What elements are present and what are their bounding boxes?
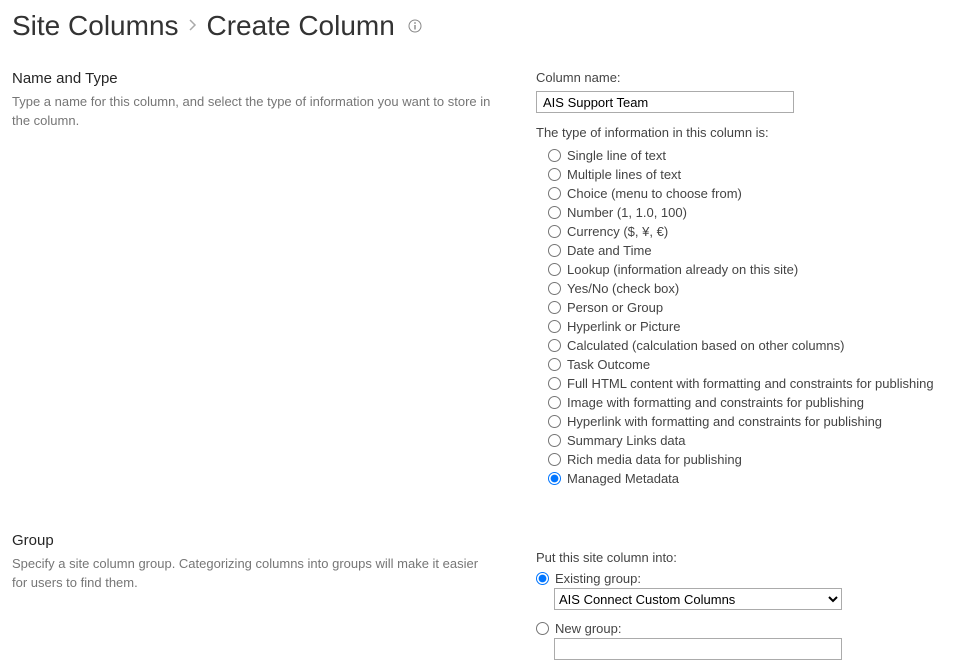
breadcrumb-parent-link[interactable]: Site Columns: [12, 10, 179, 42]
column-type-option[interactable]: Single line of text: [548, 146, 959, 165]
column-type-option-label: Date and Time: [567, 243, 652, 258]
column-type-option-label: Managed Metadata: [567, 471, 679, 486]
column-type-radio[interactable]: [548, 434, 561, 447]
column-type-option[interactable]: Number (1, 1.0, 100): [548, 203, 959, 222]
column-type-radio[interactable]: [548, 168, 561, 181]
column-type-radio[interactable]: [548, 225, 561, 238]
section-heading-name-type: Name and Type: [12, 70, 512, 87]
column-type-radio[interactable]: [548, 301, 561, 314]
new-group-radio[interactable]: [536, 622, 549, 635]
column-type-option-label: Person or Group: [567, 300, 663, 315]
column-type-option[interactable]: Hyperlink or Picture: [548, 317, 959, 336]
section-desc-name-type: Type a name for this column, and select …: [12, 93, 492, 131]
column-type-radio[interactable]: [548, 244, 561, 257]
section-heading-group: Group: [12, 532, 512, 549]
column-type-option-label: Single line of text: [567, 148, 666, 163]
column-type-option[interactable]: Currency ($, ¥, €): [548, 222, 959, 241]
column-type-option[interactable]: Managed Metadata: [548, 469, 959, 488]
column-type-option[interactable]: Person or Group: [548, 298, 959, 317]
column-type-radio[interactable]: [548, 453, 561, 466]
column-type-label: The type of information in this column i…: [536, 125, 959, 140]
column-type-option[interactable]: Lookup (information already on this site…: [548, 260, 959, 279]
column-type-option[interactable]: Rich media data for publishing: [548, 450, 959, 469]
existing-group-radio[interactable]: [536, 572, 549, 585]
column-type-radio[interactable]: [548, 339, 561, 352]
column-type-radio[interactable]: [548, 320, 561, 333]
column-type-option[interactable]: Calculated (calculation based on other c…: [548, 336, 959, 355]
breadcrumb-current: Create Column: [207, 10, 395, 42]
breadcrumb: Site Columns Create Column: [12, 10, 959, 42]
column-type-option[interactable]: Choice (menu to choose from): [548, 184, 959, 203]
column-name-input[interactable]: [536, 91, 794, 113]
column-type-option-label: Full HTML content with formatting and co…: [567, 376, 934, 391]
column-type-option-label: Task Outcome: [567, 357, 650, 372]
column-type-radio[interactable]: [548, 396, 561, 409]
column-type-option[interactable]: Full HTML content with formatting and co…: [548, 374, 959, 393]
column-type-radio[interactable]: [548, 282, 561, 295]
column-type-option-label: Hyperlink with formatting and constraint…: [567, 414, 882, 429]
existing-group-label[interactable]: Existing group:: [555, 571, 641, 586]
column-type-radio[interactable]: [548, 206, 561, 219]
column-type-option-label: Summary Links data: [567, 433, 686, 448]
group-put-label: Put this site column into:: [536, 550, 959, 565]
column-type-option-label: Lookup (information already on this site…: [567, 262, 798, 277]
column-type-radio-list: Single line of text Multiple lines of tex…: [548, 146, 959, 488]
column-type-option-label: Choice (menu to choose from): [567, 186, 742, 201]
column-type-option[interactable]: Task Outcome: [548, 355, 959, 374]
column-type-option[interactable]: Hyperlink with formatting and constraint…: [548, 412, 959, 431]
column-type-radio[interactable]: [548, 263, 561, 276]
column-type-option-label: Hyperlink or Picture: [567, 319, 680, 334]
column-type-option-label: Yes/No (check box): [567, 281, 679, 296]
column-type-option[interactable]: Summary Links data: [548, 431, 959, 450]
chevron-right-icon: [189, 18, 197, 34]
column-type-option-label: Image with formatting and constraints fo…: [567, 395, 864, 410]
existing-group-select[interactable]: AIS Connect Custom Columns: [554, 588, 842, 610]
column-type-radio[interactable]: [548, 358, 561, 371]
new-group-input[interactable]: [554, 638, 842, 660]
column-type-radio[interactable]: [548, 149, 561, 162]
column-type-option[interactable]: Image with formatting and constraints fo…: [548, 393, 959, 412]
section-desc-group: Specify a site column group. Categorizin…: [12, 555, 492, 593]
new-group-label[interactable]: New group:: [555, 621, 621, 636]
column-type-radio[interactable]: [548, 377, 561, 390]
info-icon[interactable]: [407, 18, 423, 34]
column-type-option-label: Multiple lines of text: [567, 167, 681, 182]
column-type-option[interactable]: Date and Time: [548, 241, 959, 260]
column-name-label: Column name:: [536, 70, 959, 85]
column-type-radio[interactable]: [548, 472, 561, 485]
column-type-option-label: Currency ($, ¥, €): [567, 224, 668, 239]
column-type-option[interactable]: Yes/No (check box): [548, 279, 959, 298]
column-type-option-label: Number (1, 1.0, 100): [567, 205, 687, 220]
column-type-option-label: Rich media data for publishing: [567, 452, 742, 467]
column-type-radio[interactable]: [548, 187, 561, 200]
column-type-option[interactable]: Multiple lines of text: [548, 165, 959, 184]
column-type-option-label: Calculated (calculation based on other c…: [567, 338, 845, 353]
column-type-radio[interactable]: [548, 415, 561, 428]
